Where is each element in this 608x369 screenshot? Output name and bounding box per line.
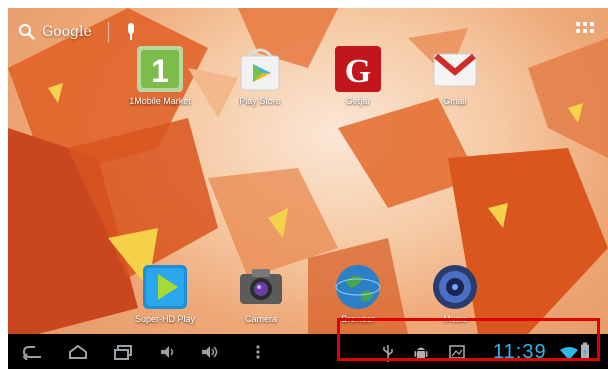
globe-icon [333,262,383,312]
app-label: Gmail [443,96,467,106]
apps-grid-icon[interactable] [576,22,594,40]
speaker-icon [430,262,480,312]
back-icon[interactable] [20,342,44,362]
highlight-box [337,318,600,361]
app-label: 1Mobile Market [129,96,191,106]
svg-text:1: 1 [151,53,169,89]
getjar-icon: G [333,44,383,94]
app-label: Camera [244,314,277,324]
home-icon[interactable] [66,342,90,362]
home-screen: Google 1 1Mobile Market Play Store G Get… [8,8,608,369]
app-gmail[interactable]: Gmail [410,44,500,106]
app-label: Play Store [239,96,281,106]
app-camera[interactable]: Camera [216,262,306,324]
microphone-icon[interactable] [125,22,137,42]
app-play-store[interactable]: Play Store [215,44,305,106]
gmail-icon [430,44,480,94]
play-store-icon [235,44,285,94]
menu-icon[interactable] [252,342,264,362]
recent-apps-icon[interactable] [111,342,135,362]
app-super-hd-play[interactable]: Super-HD Play [120,262,210,324]
volume-up-icon[interactable] [200,342,222,362]
app-music[interactable]: Music [410,262,500,324]
app-label: Getjar [345,96,371,106]
app-getjar[interactable]: G Getjar [313,44,403,106]
volume-down-icon[interactable] [158,342,178,362]
svg-text:G: G [345,53,371,90]
app-label: Super-HD Play [134,314,196,324]
video-play-icon [140,262,190,312]
search-label: Google [42,24,92,40]
app-1mobile-market[interactable]: 1 1Mobile Market [115,44,205,106]
1mobile-market-icon: 1 [135,44,185,94]
google-search-bar[interactable]: Google [18,18,137,46]
camera-icon [236,262,286,312]
search-icon [19,24,35,40]
app-browser[interactable]: Browser [313,262,403,324]
search-divider [107,22,109,42]
wallpaper [8,8,608,334]
